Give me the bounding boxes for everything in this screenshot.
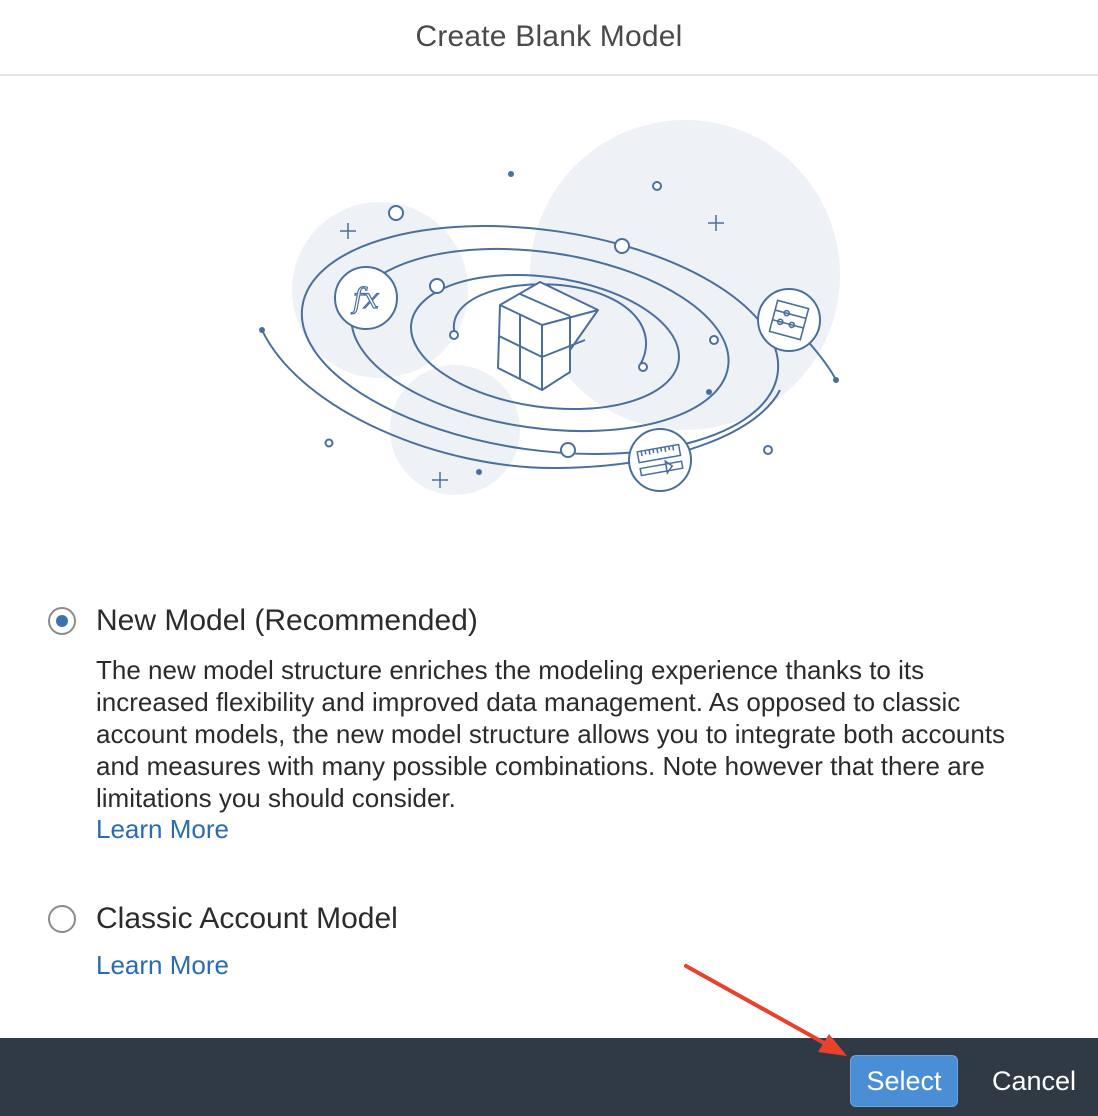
function-fx-icon: fx xyxy=(334,266,398,330)
option-classic-account-model-label[interactable]: Classic Account Model xyxy=(96,902,398,936)
orbit-node xyxy=(449,330,459,340)
option-new-model[interactable]: New Model (Recommended) xyxy=(48,604,478,638)
radio-selected-dot xyxy=(56,615,68,627)
dialog-header: Create Blank Model xyxy=(0,0,1098,76)
star-dot xyxy=(476,469,482,475)
orbit-node xyxy=(388,205,404,221)
abacus-icon xyxy=(757,288,821,352)
learn-more-link-classic[interactable]: Learn More xyxy=(96,950,229,981)
orbit-node xyxy=(429,278,445,294)
dialog-footer: Select Cancel xyxy=(0,1038,1098,1116)
model-illustration: fx xyxy=(259,120,840,495)
new-model-description: The new model structure enriches the mod… xyxy=(96,655,1006,813)
star-dot xyxy=(706,389,712,395)
create-blank-model-dialog: Create Blank Model fx New Model (Recomme… xyxy=(0,0,1098,1116)
orbit-node xyxy=(638,362,648,372)
orbit-node xyxy=(560,442,576,458)
bg-circle-right xyxy=(530,120,840,430)
dialog-title: Create Blank Model xyxy=(415,20,683,53)
star-dot xyxy=(833,377,839,383)
svg-text:fx: fx xyxy=(351,282,379,315)
star-dot xyxy=(259,327,265,333)
orbit-node xyxy=(709,335,719,345)
star-dot xyxy=(508,171,514,177)
cancel-button[interactable]: Cancel xyxy=(980,1055,1088,1107)
option-classic-account-model[interactable]: Classic Account Model xyxy=(48,902,398,936)
orbit-node xyxy=(324,438,334,448)
orbit-node xyxy=(652,181,662,191)
bg-circle-bottom xyxy=(390,365,520,495)
option-new-model-label[interactable]: New Model (Recommended) xyxy=(96,604,478,638)
ruler-icon xyxy=(628,428,692,492)
learn-more-link-new-model[interactable]: Learn More xyxy=(96,814,229,845)
radio-classic-account-model[interactable] xyxy=(48,905,76,933)
select-button[interactable]: Select xyxy=(850,1055,958,1107)
orbit-node xyxy=(614,238,630,254)
radio-new-model[interactable] xyxy=(48,607,76,635)
orbit-node xyxy=(763,445,773,455)
